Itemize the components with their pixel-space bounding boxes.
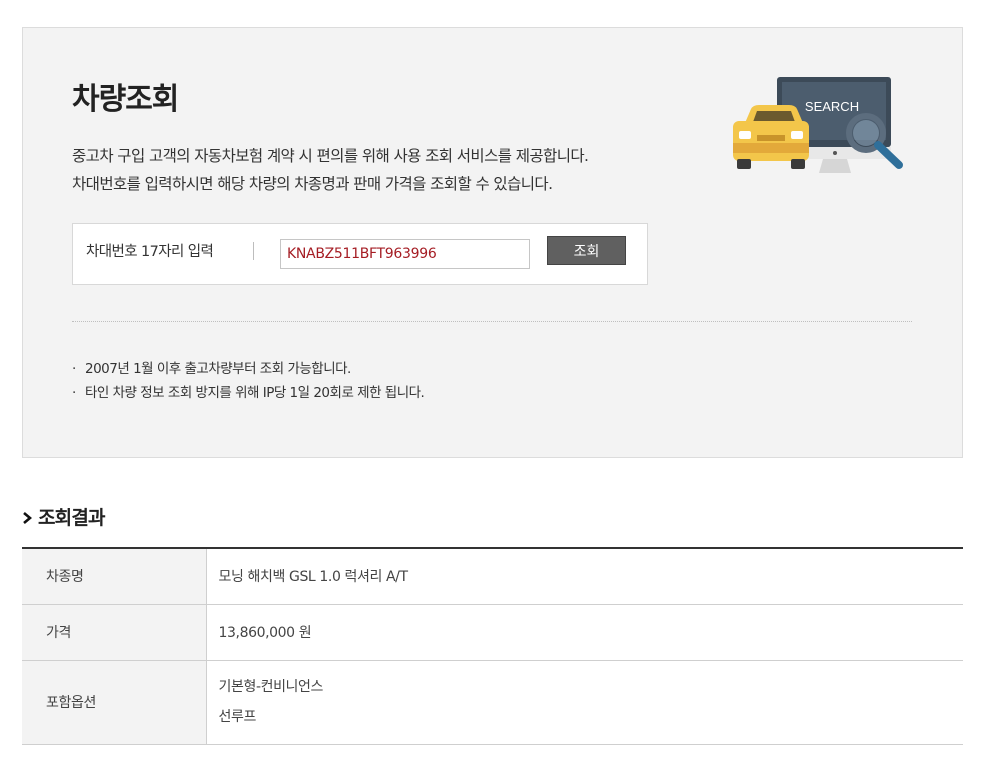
vehicle-lookup-panel: 차량조회 중고차 구입 고객의 자동차보험 계약 시 편의를 위해 사용 조회 … bbox=[22, 27, 963, 458]
vin-label: 차대번호 17자리 입력 bbox=[86, 244, 214, 260]
car-icon bbox=[733, 105, 809, 169]
table-row: 가격 13,860,000 원 bbox=[22, 604, 963, 661]
result-heading-label: 조회결과 bbox=[38, 507, 106, 529]
result-heading: 조회결과 bbox=[22, 503, 106, 530]
lookup-button[interactable]: 조회 bbox=[547, 236, 626, 265]
dotted-divider bbox=[72, 321, 912, 322]
page-title: 차량조회 bbox=[72, 82, 179, 117]
illustration-search-text: SEARCH bbox=[805, 99, 859, 114]
notice-item: 2007년 1월 이후 출고차량부터 조회 가능합니다. bbox=[72, 357, 424, 381]
vin-input[interactable] bbox=[280, 239, 530, 269]
chevron-right-icon bbox=[22, 507, 34, 529]
row-label: 포함옵션 bbox=[22, 660, 207, 745]
option-item: 기본형-컨비니언스 bbox=[218, 679, 324, 695]
result-table: 차종명 모닝 해치백 GSL 1.0 럭셔리 A/T 가격 13,860,000… bbox=[22, 547, 963, 745]
options-value: 기본형-컨비니언스 선루프 bbox=[206, 660, 963, 745]
option-item: 선루프 bbox=[218, 709, 257, 725]
notice-item: 타인 차량 정보 조회 방지를 위해 IP당 1일 20회로 제한 됩니다. bbox=[72, 381, 425, 405]
vin-search-form: 차대번호 17자리 입력 조회 bbox=[72, 223, 648, 285]
notice-list: 2007년 1월 이후 출고차량부터 조회 가능합니다. 타인 차량 정보 조회… bbox=[72, 357, 425, 405]
lookup-description: 중고차 구입 고객의 자동차보험 계약 시 편의를 위해 사용 조회 서비스를 … bbox=[72, 142, 589, 198]
description-line-1: 중고차 구입 고객의 자동차보험 계약 시 편의를 위해 사용 조회 서비스를 … bbox=[72, 147, 589, 165]
model-name-value: 모닝 해치백 GSL 1.0 럭셔리 A/T bbox=[206, 548, 963, 605]
car-search-illustration: SEARCH bbox=[733, 77, 903, 173]
price-value: 13,860,000 원 bbox=[206, 604, 963, 661]
table-row: 차종명 모닝 해치백 GSL 1.0 럭셔리 A/T bbox=[22, 548, 963, 605]
table-row: 포함옵션 기본형-컨비니언스 선루프 bbox=[22, 660, 963, 745]
description-line-2: 차대번호를 입력하시면 해당 차량의 차종명과 판매 가격을 조회할 수 있습니… bbox=[72, 175, 553, 193]
row-label: 차종명 bbox=[22, 548, 207, 605]
row-label: 가격 bbox=[22, 604, 207, 661]
form-divider bbox=[253, 242, 254, 260]
